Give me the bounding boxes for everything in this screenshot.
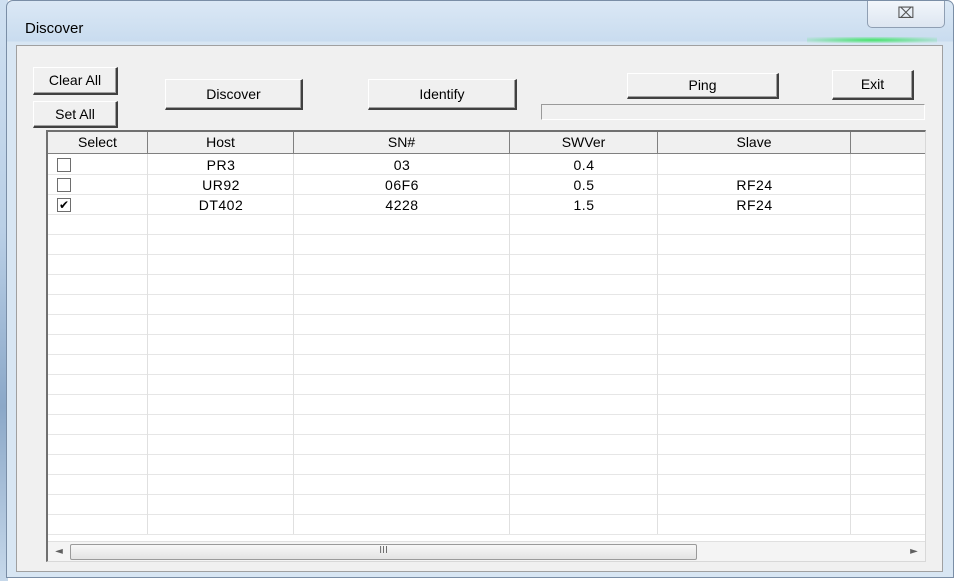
scroll-thumb[interactable]: III [70,544,697,560]
set-all-label: Set All [55,106,95,122]
ping-label: Ping [688,77,717,93]
identify-label: Identify [419,86,465,102]
column-header-empty [851,132,925,154]
host-cell: UR92 [202,177,240,193]
close-button[interactable]: ⌧ [867,1,945,28]
select-checkbox[interactable]: ✔ [57,198,71,212]
select-checkbox[interactable] [57,178,71,192]
grid-line [48,414,925,415]
grid-line [48,494,925,495]
slave-cell: RF24 [736,177,773,193]
grid-line [48,434,925,435]
window-title: Discover [25,20,84,37]
list-header: Select Host SN# SWVer Slave [48,132,925,154]
horizontal-scrollbar[interactable]: ◄ III ► [48,541,925,561]
grid-line [48,474,925,475]
identify-button[interactable]: Identify [368,79,517,110]
slave-cell [658,155,851,175]
grid-line [48,314,925,315]
column-header-host[interactable]: Host [148,132,294,154]
ping-progress-bar [541,104,925,120]
grid-line [48,294,925,295]
discover-window: Discover ⌧ Clear All Set All Discover Id… [6,0,954,578]
grid-line [48,254,925,255]
slave-cell: RF24 [736,197,773,213]
table-row[interactable]: PR3 03 0.4 [48,155,925,175]
sn-cell: 4228 [385,197,419,213]
sn-cell: 03 [393,157,411,173]
swver-cell: 0.5 [573,177,595,193]
scroll-grip-icon: III [379,545,388,556]
host-cell: PR3 [206,157,236,173]
column-header-swver[interactable]: SWVer [510,132,658,154]
title-glow [807,37,937,43]
title-bar[interactable]: Discover ⌧ [7,1,953,43]
close-icon: ⌧ [897,4,915,22]
ping-button[interactable]: Ping [627,73,779,99]
column-header-select[interactable]: Select [48,132,148,154]
column-header-sn[interactable]: SN# [294,132,510,154]
discover-label: Discover [206,86,261,102]
set-all-button[interactable]: Set All [33,101,118,128]
swver-cell: 1.5 [573,197,595,213]
sn-cell: 06F6 [385,177,419,193]
clear-all-button[interactable]: Clear All [33,67,118,95]
exit-button[interactable]: Exit [832,70,914,100]
grid-line [48,394,925,395]
discover-button[interactable]: Discover [165,79,303,110]
select-checkbox[interactable] [57,158,71,172]
grid-line [48,454,925,455]
grid-line [48,374,925,375]
grid-line [48,354,925,355]
table-row[interactable]: UR92 06F6 0.5 RF24 [48,175,925,195]
swver-cell: 0.4 [573,157,595,173]
clear-all-label: Clear All [48,72,102,88]
table-row[interactable]: ✔ DT402 4228 1.5 RF24 [48,195,925,215]
grid-line [48,274,925,275]
column-header-slave[interactable]: Slave [658,132,851,154]
grid-line [48,334,925,335]
host-cell: DT402 [198,197,244,213]
scroll-right-icon[interactable]: ► [905,542,923,561]
dialog-client: Clear All Set All Discover Identify Ping… [16,45,943,572]
grid-line [48,534,925,535]
grid-line [48,514,925,515]
exit-label: Exit [860,76,885,92]
scroll-left-icon[interactable]: ◄ [50,542,68,561]
hosts-list[interactable]: Select Host SN# SWVer Slave PR3 03 0.4 U… [46,130,926,562]
grid-line [48,234,925,235]
